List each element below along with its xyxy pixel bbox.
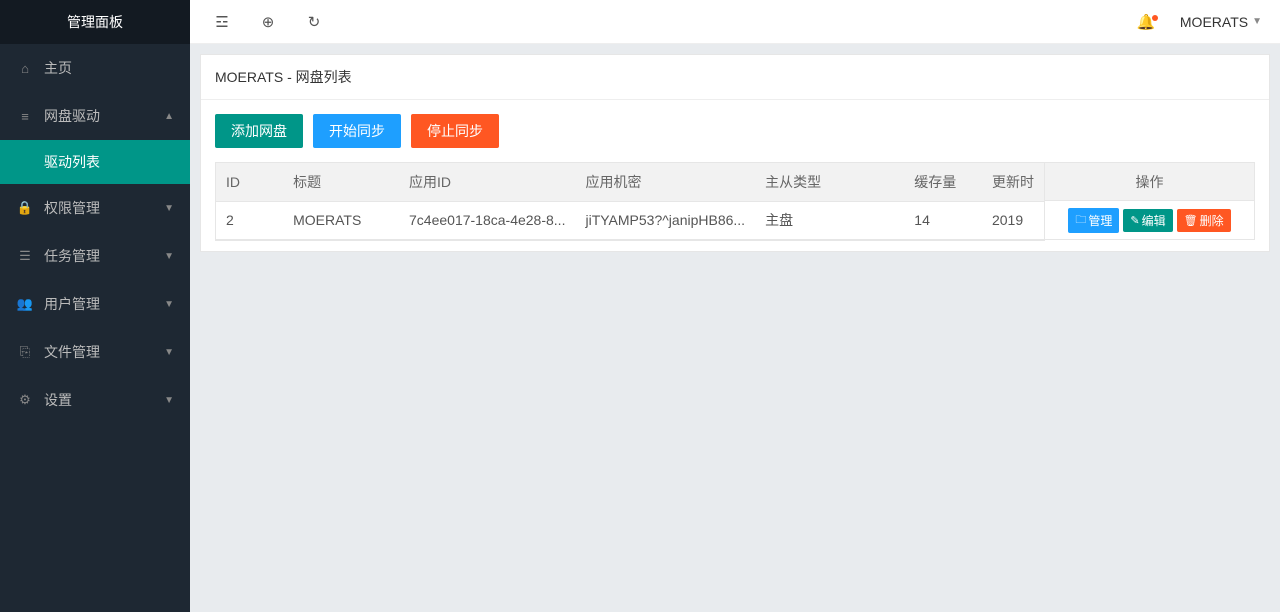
col-appsecret: 应用机密	[575, 163, 755, 201]
col-mastertype: 主从类型	[755, 163, 904, 201]
sidebar-subitem-drive-list[interactable]: 驱动列表	[0, 140, 190, 184]
layers-icon: 🗀	[1075, 211, 1086, 230]
refresh-icon: ↻	[308, 13, 321, 31]
drive-icon: ≡	[16, 109, 34, 124]
start-sync-button[interactable]: 开始同步	[313, 114, 401, 148]
table-row: 2 MOERATS 7c4ee017-18ca-4e28-8... jiTYAM…	[216, 201, 1044, 239]
stop-sync-button[interactable]: 停止同步	[411, 114, 499, 148]
gear-icon: ⚙	[16, 392, 34, 408]
caret-down-icon: ▼	[1252, 16, 1262, 27]
col-appid: 应用ID	[399, 163, 575, 201]
col-ops: 操作	[1045, 163, 1254, 201]
chevron-up-icon: ▲	[164, 111, 174, 122]
globe-icon: ⊕	[262, 13, 275, 31]
list-icon: ☰	[16, 248, 34, 264]
chevron-down-icon: ▼	[164, 203, 174, 214]
cell-updated: 2019	[982, 201, 1044, 239]
sidebar-item-label: 任务管理	[44, 246, 100, 266]
add-drive-button[interactable]: 添加网盘	[215, 114, 303, 148]
cell-appsecret: jiTYAMP53?^janipHB86...	[575, 201, 755, 239]
language-button[interactable]: ⊕	[250, 4, 286, 40]
sidebar-item-settings[interactable]: ⚙ 设置 ▼	[0, 376, 190, 424]
drive-table: ID 标题 应用ID 应用机密 主从类型 缓存量 更新时	[216, 163, 1044, 240]
col-id: ID	[216, 163, 283, 201]
sidebar-item-label: 权限管理	[44, 198, 100, 218]
table-scroll-area[interactable]: ID 标题 应用ID 应用机密 主从类型 缓存量 更新时	[215, 162, 1045, 241]
sidebar-item-tasks[interactable]: ☰ 任务管理 ▼	[0, 232, 190, 280]
sidebar-item-home[interactable]: ⌂ 主页	[0, 44, 190, 92]
sidebar-item-label: 设置	[44, 390, 72, 410]
card-title: MOERATS - 网盘列表	[201, 55, 1269, 100]
chevron-down-icon: ▼	[164, 299, 174, 310]
user-name: MOERATS	[1180, 14, 1248, 30]
cell-mastertype: 主盘	[755, 201, 904, 239]
cell-cache: 14	[904, 201, 982, 239]
btn-label: 删除	[1200, 212, 1224, 229]
chevron-down-icon: ▼	[164, 251, 174, 262]
manage-button[interactable]: 🗀 管理	[1068, 208, 1119, 233]
sidebar-item-label: 文件管理	[44, 342, 100, 362]
users-icon: 👥	[16, 296, 34, 312]
drive-list-card: MOERATS - 网盘列表 添加网盘 开始同步 停止同步 ID	[200, 54, 1270, 252]
col-cache: 缓存量	[904, 163, 982, 201]
notification-dot	[1152, 15, 1158, 21]
refresh-button[interactable]: ↻	[296, 4, 332, 40]
sidebar-item-drives[interactable]: ≡ 网盘驱动 ▲	[0, 92, 190, 140]
cell-appid: 7c4ee017-18ca-4e28-8...	[399, 201, 575, 239]
sidebar-item-users[interactable]: 👥 用户管理 ▼	[0, 280, 190, 328]
sidebar-title: 管理面板	[0, 0, 190, 44]
sidebar-item-permissions[interactable]: 🔒 权限管理 ▼	[0, 184, 190, 232]
sidebar-item-label: 用户管理	[44, 294, 100, 314]
chevron-down-icon: ▼	[164, 347, 174, 358]
topbar: ☲ ⊕ ↻ 🔔 MOERATS ▼	[190, 0, 1280, 44]
col-title: 标题	[283, 163, 399, 201]
user-menu[interactable]: MOERATS ▼	[1180, 14, 1262, 30]
cell-title: MOERATS	[283, 201, 399, 239]
chevron-down-icon: ▼	[164, 395, 174, 406]
sidebar: 管理面板 ⌂ 主页 ≡ 网盘驱动 ▲ 驱动列表 🔒 权限管理 ▼ ☰ 任务管理 …	[0, 0, 190, 612]
trash-icon: 🗑	[1184, 214, 1198, 227]
home-icon: ⌂	[16, 61, 34, 76]
btn-label: 编辑	[1142, 212, 1166, 229]
sidebar-item-label: 网盘驱动	[44, 106, 100, 126]
cell-id: 2	[216, 201, 283, 239]
table-row-ops: 🗀 管理 ✎ 编辑 🗑 删除	[1045, 201, 1254, 239]
sidebar-item-label: 驱动列表	[44, 152, 100, 172]
fixed-ops-column: 操作 🗀 管理 ✎ 编辑	[1045, 162, 1255, 240]
menu-icon: ☲	[215, 13, 228, 31]
col-updated: 更新时	[982, 163, 1044, 201]
pencil-icon: ✎	[1130, 214, 1139, 227]
delete-button[interactable]: 🗑 删除	[1177, 209, 1231, 232]
edit-button[interactable]: ✎ 编辑	[1123, 209, 1172, 232]
btn-label: 管理	[1088, 212, 1112, 229]
file-icon: ⎘	[16, 344, 34, 360]
toggle-sidebar-button[interactable]: ☲	[204, 4, 240, 40]
sidebar-item-label: 主页	[44, 58, 72, 78]
lock-icon: 🔒	[16, 200, 34, 216]
sidebar-item-files[interactable]: ⎘ 文件管理 ▼	[0, 328, 190, 376]
notifications-button[interactable]: 🔔	[1130, 13, 1162, 31]
